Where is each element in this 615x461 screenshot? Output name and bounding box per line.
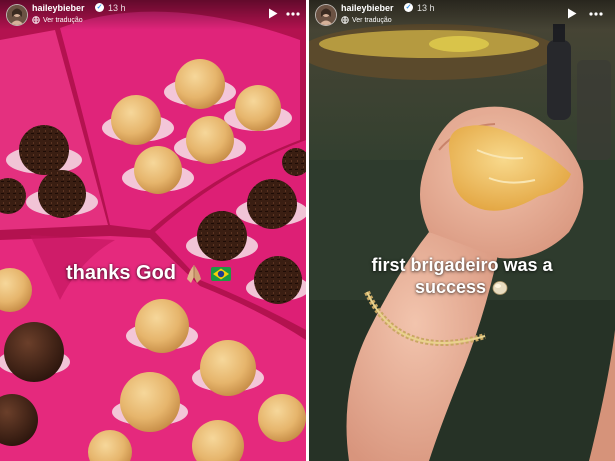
caption-text: thanks God — [66, 262, 177, 284]
translate-icon — [341, 16, 349, 24]
brigadeiro-emoji-icon — [492, 281, 508, 296]
timeago: 13 h — [108, 3, 126, 13]
caption-line-1: first brigadeiro was a — [371, 255, 553, 275]
brigadeiro-tray-photo — [0, 0, 306, 461]
prayer-hands-emoji-icon — [186, 264, 201, 283]
more-icon[interactable] — [589, 12, 603, 16]
timeago: 13 h — [417, 3, 435, 13]
caption-line-2: success — [414, 277, 487, 297]
story-caption: first brigadeiro was a success — [309, 254, 615, 298]
play-icon[interactable] — [268, 8, 278, 19]
left-story-panel[interactable]: haileybieber ✓ 13 h Ver tradução thanks … — [0, 0, 306, 461]
username[interactable]: haileybieber — [341, 3, 394, 13]
translate-link[interactable]: Ver tradução — [32, 15, 83, 25]
right-story-panel[interactable]: haileybieber ✓ 13 h Ver tradução first b… — [309, 0, 615, 461]
username[interactable]: haileybieber — [32, 3, 85, 13]
verified-badge-icon: ✓ — [404, 3, 413, 12]
translate-link[interactable]: Ver tradução — [341, 15, 392, 25]
story-header: haileybieber ✓ 13 h Ver tradução — [309, 0, 615, 30]
avatar[interactable] — [6, 4, 28, 26]
verified-badge-icon: ✓ — [95, 3, 104, 12]
story-caption: thanks God — [66, 262, 232, 285]
baby-hand-photo — [309, 0, 615, 461]
more-icon[interactable] — [286, 12, 300, 16]
translate-label: Ver tradução — [43, 16, 83, 24]
story-header: haileybieber ✓ 13 h Ver tradução — [0, 0, 306, 30]
avatar[interactable] — [315, 4, 337, 26]
translate-label: Ver tradução — [352, 16, 392, 24]
brazil-flag-emoji-icon — [211, 266, 232, 281]
play-icon[interactable] — [567, 8, 577, 19]
translate-icon — [32, 16, 40, 24]
